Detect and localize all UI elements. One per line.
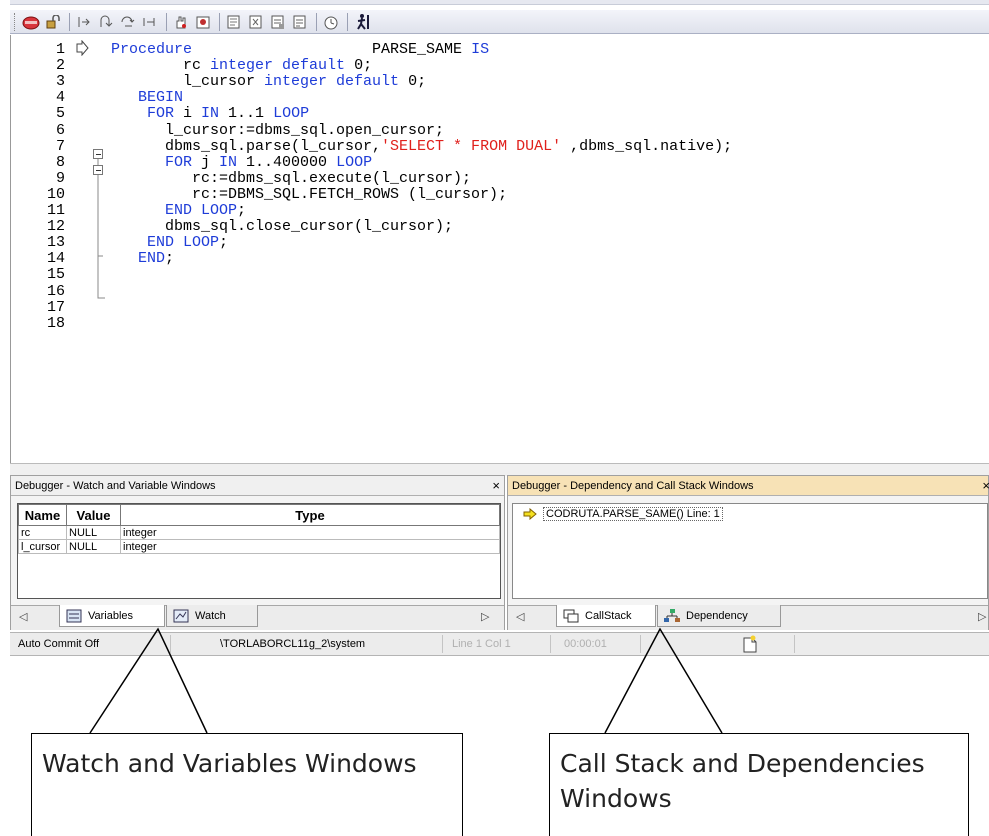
callout-pointer-lines bbox=[89, 627, 723, 734]
